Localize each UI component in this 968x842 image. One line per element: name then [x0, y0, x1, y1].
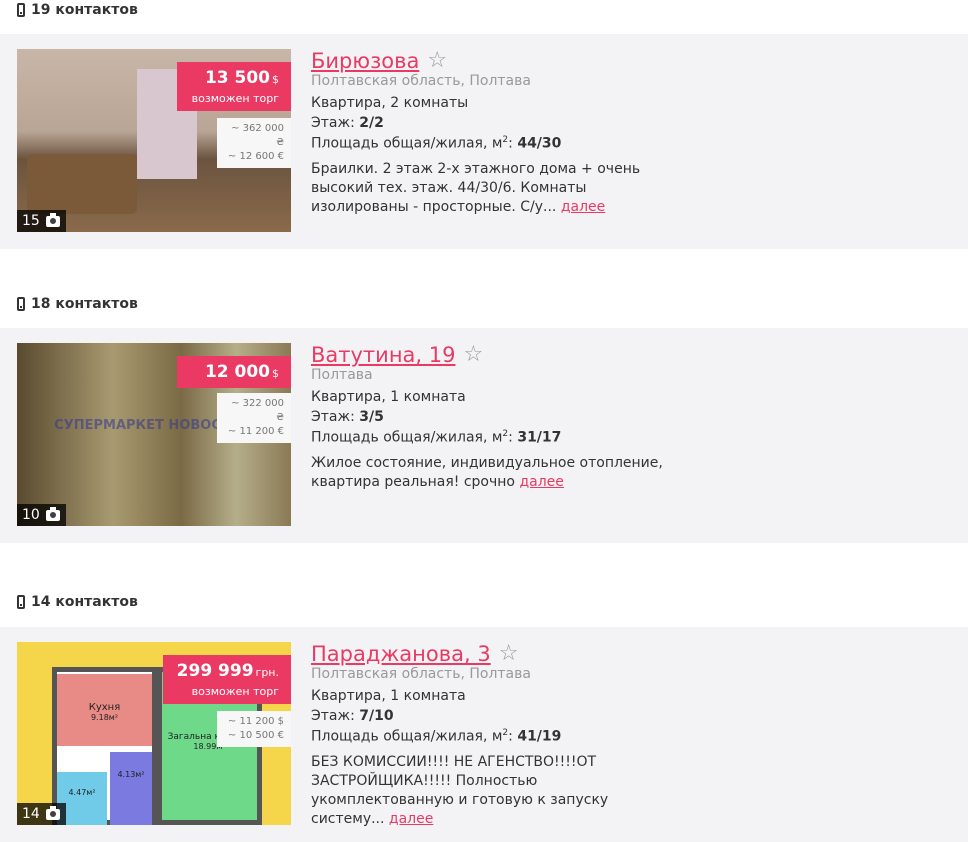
contacts-count: 19 контактов	[17, 2, 138, 18]
photo-count-badge: 10	[17, 504, 66, 526]
listing-title-link[interactable]: Ватутина, 19	[311, 343, 456, 367]
price-badge: 12 000 $	[177, 356, 291, 388]
negotiable-label: возможен торг	[191, 685, 279, 698]
listing-floor: Этаж: 2/2	[311, 115, 691, 131]
contacts-count: 14 контактов	[17, 594, 138, 610]
more-link[interactable]: далее	[561, 199, 605, 215]
plan-hall-area: 4.13м²	[117, 770, 145, 779]
contacts-count: 18 контактов	[17, 296, 138, 312]
listing-location: Полтава	[311, 367, 373, 383]
listing-info: Ватутина, 19 ☆ Полтава Квартира, 1 комна…	[311, 343, 691, 492]
camera-icon	[45, 506, 60, 521]
conversion-uah: ~ 322 000 ₴	[231, 398, 284, 423]
favorite-star-icon[interactable]: ☆	[427, 50, 447, 72]
listing-photo[interactable]: Кухня 9.18м² 4.47м² 4.13м² Загальна кімн…	[17, 642, 291, 825]
listing-location: Полтавская область, Полтава	[311, 666, 531, 682]
plan-hall: 4.13м²	[110, 752, 152, 825]
favorite-star-icon[interactable]: ☆	[464, 344, 484, 366]
photo-count: 10	[22, 507, 40, 523]
conversion-usd: ~ 11 200 $	[227, 716, 284, 727]
listing-photo[interactable]: 13 500 $ возможен торг ~ 362 000 ₴ ~ 12 6…	[17, 49, 291, 232]
listing-title-link[interactable]: Параджанова, 3	[311, 642, 491, 666]
price-conversions: ~ 322 000 ₴ ~ 11 200 €	[217, 393, 291, 443]
listing-description: БЕЗ КОМИССИИ!!!! НЕ АГЕНСТВО!!!!ОТ ЗАСТР…	[311, 753, 681, 829]
area-label: Площадь общая/жилая, м	[311, 728, 503, 745]
listing-info: Параджанова, 3 ☆ Полтавская область, Пол…	[311, 642, 691, 829]
conversion-eur: ~ 10 500 €	[227, 730, 284, 741]
area-label: Площадь общая/жилая, м	[311, 135, 503, 152]
negotiable-label: возможен торг	[191, 92, 279, 105]
area-label: Площадь общая/жилая, м	[311, 429, 503, 446]
listing-area: Площадь общая/жилая, м2: 44/30	[311, 135, 562, 152]
listing-floor: Этаж: 7/10	[311, 708, 691, 724]
price-currency: грн.	[255, 666, 279, 679]
listing-card: СУПЕРМАРКЕТ НОВОСТРОЕК 12 000 $ ~ 322 000…	[0, 328, 968, 543]
area-value: 44/30	[517, 135, 562, 152]
plan-kitchen-area: 9.18м²	[90, 713, 119, 722]
favorite-star-icon[interactable]: ☆	[499, 643, 519, 665]
area-value: 41/19	[517, 728, 562, 745]
listing-info: Бирюзова ☆ Полтавская область, Полтава К…	[311, 49, 691, 217]
price-conversions: ~ 11 200 $ ~ 10 500 €	[217, 711, 291, 747]
conversion-eur: ~ 12 600 €	[227, 151, 284, 162]
description-text: Жилое состояние, индивидуальное отоплени…	[311, 454, 663, 490]
price-currency: $	[272, 73, 279, 86]
listing-type: Квартира, 2 комнаты	[311, 95, 469, 111]
price-badge: 299 999 грн. возможен торг	[162, 655, 291, 704]
listing-area: Площадь общая/жилая, м2: 41/19	[311, 728, 562, 745]
phone-icon	[17, 297, 25, 311]
listing-type: Квартира, 1 комната	[311, 688, 466, 704]
price-value: 13 500	[204, 68, 270, 88]
plan-kitchen-label: Кухня	[88, 702, 121, 713]
sofa-shape	[27, 154, 137, 214]
listing-type: Квартира, 1 комната	[311, 389, 466, 405]
floor-value: 2/2	[359, 115, 384, 131]
photo-count: 14	[22, 806, 40, 822]
floor-label: Этаж:	[311, 708, 355, 724]
listing-floor: Этаж: 3/5	[311, 409, 691, 425]
floor-value: 7/10	[359, 708, 394, 724]
conversion-eur: ~ 11 200 €	[227, 426, 284, 437]
listing-title-link[interactable]: Бирюзова	[311, 49, 419, 73]
price-currency: $	[272, 367, 279, 380]
contacts-label: 14 контактов	[31, 594, 138, 610]
area-unit-sup: 2	[502, 728, 509, 738]
price-value: 299 999	[176, 661, 254, 681]
plan-kitchen: Кухня 9.18м²	[57, 674, 152, 746]
photo-count: 15	[22, 213, 40, 229]
description-text: БЕЗ КОМИССИИ!!!! НЕ АГЕНСТВО!!!!ОТ ЗАСТР…	[311, 753, 609, 827]
floor-value: 3/5	[359, 409, 384, 425]
contacts-label: 18 контактов	[31, 296, 138, 312]
listing-card: Кухня 9.18м² 4.47м² 4.13м² Загальна кімн…	[0, 627, 968, 842]
camera-icon	[45, 805, 60, 820]
phone-icon	[17, 3, 25, 17]
area-unit-sup: 2	[502, 429, 509, 439]
price-badge: 13 500 $ возможен торг	[177, 62, 291, 111]
contacts-label: 19 контактов	[31, 2, 138, 18]
conversion-uah: ~ 362 000 ₴	[231, 123, 284, 148]
floor-label: Этаж:	[311, 409, 355, 425]
photo-count-badge: 15	[17, 210, 66, 232]
price-conversions: ~ 362 000 ₴ ~ 12 600 €	[217, 118, 291, 168]
listing-location: Полтавская область, Полтава	[311, 73, 531, 89]
listing-photo[interactable]: СУПЕРМАРКЕТ НОВОСТРОЕК 12 000 $ ~ 322 000…	[17, 343, 291, 526]
more-link[interactable]: далее	[519, 474, 563, 490]
phone-icon	[17, 595, 25, 609]
camera-icon	[45, 212, 60, 227]
price-value: 12 000	[204, 362, 270, 382]
plan-bath-area: 4.47м²	[68, 788, 96, 797]
listing-description: Браилки. 2 этаж 2-х этажного дома + очен…	[311, 160, 681, 217]
listing-area: Площадь общая/жилая, м2: 31/17	[311, 429, 562, 446]
area-unit-sup: 2	[502, 135, 509, 145]
listing-card: 13 500 $ возможен торг ~ 362 000 ₴ ~ 12 6…	[0, 34, 968, 249]
photo-count-badge: 14	[17, 803, 66, 825]
area-value: 31/17	[517, 429, 562, 446]
listing-description: Жилое состояние, индивидуальное отоплени…	[311, 454, 681, 492]
more-link[interactable]: далее	[389, 811, 433, 827]
floor-label: Этаж:	[311, 115, 355, 131]
